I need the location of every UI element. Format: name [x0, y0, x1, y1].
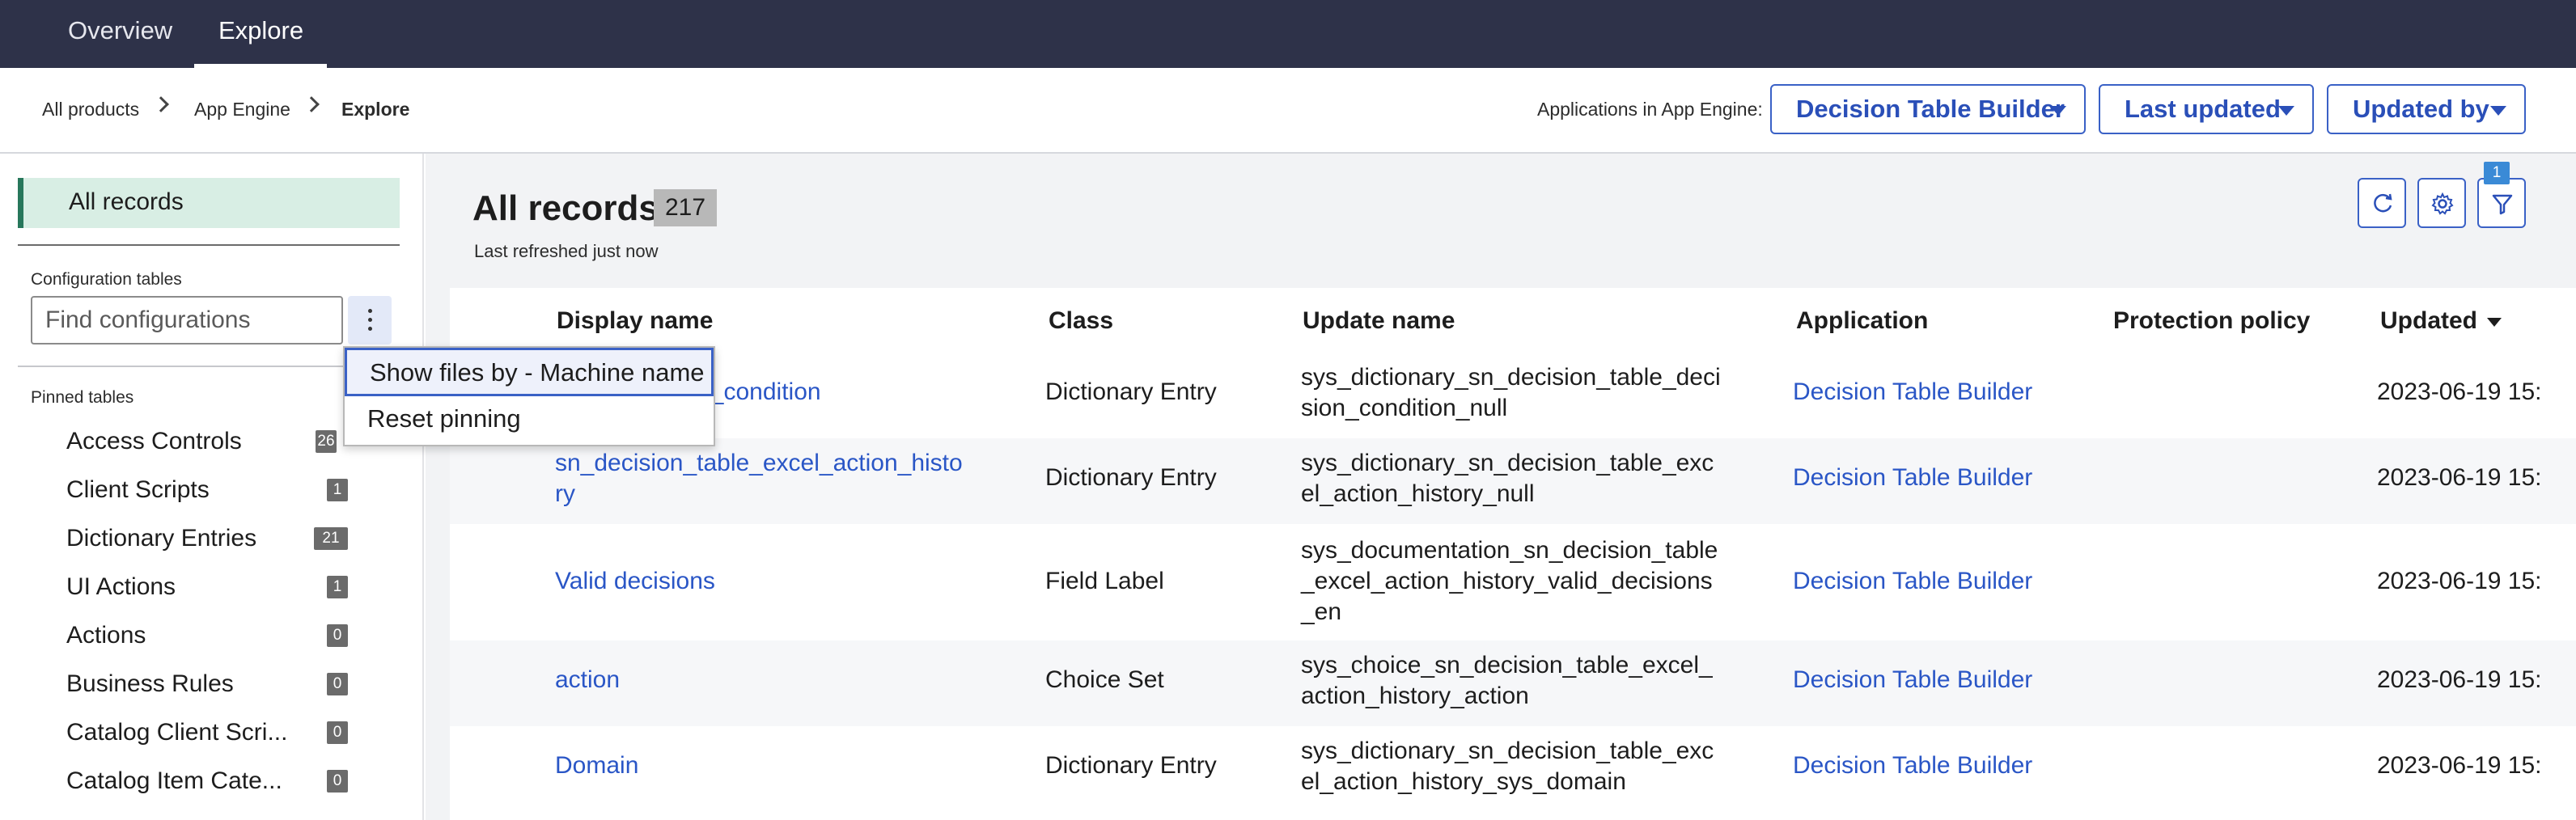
- column-header-application[interactable]: Application: [1796, 288, 1928, 354]
- updated-by-dropdown[interactable]: Updated by: [2327, 84, 2526, 134]
- pinned-item[interactable]: Access Controls: [66, 425, 358, 458]
- column-header-updated-label: Updated: [2380, 307, 2477, 334]
- filter-button[interactable]: [2477, 178, 2526, 228]
- sort-desc-icon: [2487, 317, 2502, 327]
- table-row[interactable]: action Choice Set sys_choice_sn_decision…: [450, 640, 2576, 726]
- display-name-link[interactable]: Valid decisions: [555, 566, 715, 597]
- caret-down-icon: [2050, 106, 2066, 116]
- tab-overview[interactable]: Overview: [68, 0, 172, 68]
- column-header-protection-policy[interactable]: Protection policy: [2113, 288, 2310, 354]
- display-name-link[interactable]: action: [555, 665, 620, 695]
- kebab-dot: [368, 309, 372, 313]
- table-row[interactable]: sn_decision_table_excel_action_history D…: [450, 438, 2576, 524]
- updated-cell: 2023-06-19 15:: [2377, 752, 2542, 779]
- count-badge: 0: [327, 770, 348, 793]
- application-link[interactable]: Decision Table Builder: [1793, 750, 2032, 781]
- pinned-tables-label: Pinned tables: [31, 388, 134, 407]
- menu-item-reset-pinning[interactable]: Reset pinning: [345, 396, 714, 445]
- breadcrumb-app-engine[interactable]: App Engine: [194, 97, 290, 121]
- pinned-item[interactable]: Client Scripts: [66, 474, 358, 506]
- class-cell: Dictionary Entry: [1045, 464, 1217, 491]
- update-name-cell: sys_documentation_sn_decision_table_exce…: [1301, 537, 1718, 625]
- column-header-display-name[interactable]: Display name: [557, 288, 713, 354]
- count-badge: 0: [327, 673, 348, 695]
- table-row[interactable]: ...ble_decision_condition Dictionary Ent…: [450, 354, 2576, 438]
- filter-count-badge: 1: [2484, 162, 2510, 184]
- column-header-class[interactable]: Class: [1049, 288, 1113, 354]
- last-updated-dropdown[interactable]: Last updated: [2099, 84, 2314, 134]
- breadcrumb-all-products[interactable]: All products: [42, 97, 139, 121]
- menu-item-show-files-by-machine-name[interactable]: Show files by - Machine name: [345, 348, 714, 396]
- display-name-link[interactable]: Domain: [555, 750, 638, 781]
- header-bar: All products App Engine Explore Applicat…: [0, 68, 2576, 154]
- last-refreshed-text: Last refreshed just now: [474, 241, 659, 261]
- application-filter-dropdown[interactable]: Decision Table Builder: [1770, 84, 2086, 134]
- pinned-item[interactable]: Catalog Client Scri...: [66, 716, 358, 749]
- update-name-cell: sys_dictionary_sn_decision_table_excel_a…: [1301, 450, 1714, 507]
- chevron-right-icon: [303, 96, 320, 112]
- display-name-link[interactable]: sn_decision_table_excel_action_history: [555, 448, 969, 509]
- table-row[interactable]: Valid decisions Field Label sys_document…: [450, 524, 2576, 640]
- updated-cell: 2023-06-19 15:: [2377, 666, 2542, 693]
- record-count-badge: 217: [654, 189, 718, 226]
- tab-explore[interactable]: Explore: [218, 0, 303, 68]
- sidebar: All records Configuration tables Pinned …: [0, 154, 424, 820]
- find-configurations-input[interactable]: [31, 296, 343, 344]
- updated-cell: 2023-06-19 15:: [2377, 568, 2542, 594]
- breadcrumb-explore: Explore: [341, 99, 410, 120]
- last-updated-label: Last updated: [2125, 95, 2281, 123]
- count-badge: 1: [327, 576, 348, 598]
- class-cell: Dictionary Entry: [1045, 752, 1217, 779]
- settings-button[interactable]: [2417, 178, 2466, 228]
- more-options-button[interactable]: [348, 296, 392, 344]
- application-link[interactable]: Decision Table Builder: [1793, 377, 2032, 408]
- caret-down-icon: [2278, 106, 2294, 116]
- application-link[interactable]: Decision Table Builder: [1793, 665, 2032, 695]
- page-title: All records: [472, 188, 659, 228]
- update-name-cell: sys_dictionary_sn_decision_table_decisio…: [1301, 364, 1721, 421]
- updated-by-label: Updated by: [2353, 95, 2489, 123]
- class-cell: Choice Set: [1045, 666, 1164, 693]
- application-link[interactable]: Decision Table Builder: [1793, 463, 2032, 493]
- column-header-updated[interactable]: Updated: [2380, 288, 2502, 354]
- class-cell: Dictionary Entry: [1045, 378, 1217, 405]
- count-badge: 21: [314, 527, 348, 550]
- table-row[interactable]: Domain Dictionary Entry sys_dictionary_s…: [450, 726, 2576, 812]
- update-name-cell: sys_dictionary_sn_decision_table_excel_a…: [1301, 738, 1714, 795]
- records-table: Display name Class Update name Applicati…: [450, 288, 2576, 820]
- count-badge: 1: [327, 479, 348, 501]
- count-badge: 0: [327, 721, 348, 744]
- divider: [18, 244, 400, 246]
- pinned-item[interactable]: Business Rules: [66, 668, 358, 700]
- refresh-icon: [2374, 193, 2392, 213]
- application-link[interactable]: Decision Table Builder: [1793, 566, 2032, 597]
- application-filter-label: Decision Table Builder: [1796, 95, 2065, 123]
- pinned-item[interactable]: Catalog Item Cate...: [66, 765, 358, 797]
- updated-cell: 2023-06-19 15:: [2377, 378, 2542, 405]
- main-content: All records 217 Last refreshed just now …: [426, 154, 2576, 820]
- count-badge: 26: [316, 430, 337, 453]
- pinned-item[interactable]: UI Actions: [66, 571, 358, 603]
- options-menu: Show files by - Machine name Reset pinni…: [343, 346, 715, 446]
- kebab-dot: [368, 327, 372, 331]
- count-badge: 0: [327, 624, 348, 647]
- refresh-button[interactable]: [2358, 178, 2406, 228]
- kebab-dot: [368, 318, 372, 322]
- applications-label: Applications in App Engine:: [1537, 99, 1763, 120]
- updated-cell: 2023-06-19 15:: [2377, 464, 2542, 491]
- column-header-update-name[interactable]: Update name: [1303, 288, 1455, 354]
- pinned-item[interactable]: Actions: [66, 619, 358, 652]
- filter-icon: [2492, 194, 2513, 215]
- class-cell: Field Label: [1045, 568, 1164, 594]
- top-nav: Overview Explore: [0, 0, 2576, 68]
- configuration-tables-label: Configuration tables: [31, 270, 182, 289]
- sidebar-item-all-records[interactable]: All records: [18, 178, 400, 228]
- caret-down-icon: [2490, 106, 2506, 116]
- chevron-right-icon: [153, 96, 169, 112]
- update-name-cell: sys_choice_sn_decision_table_excel_actio…: [1301, 652, 1713, 709]
- gear-icon: [2431, 192, 2454, 215]
